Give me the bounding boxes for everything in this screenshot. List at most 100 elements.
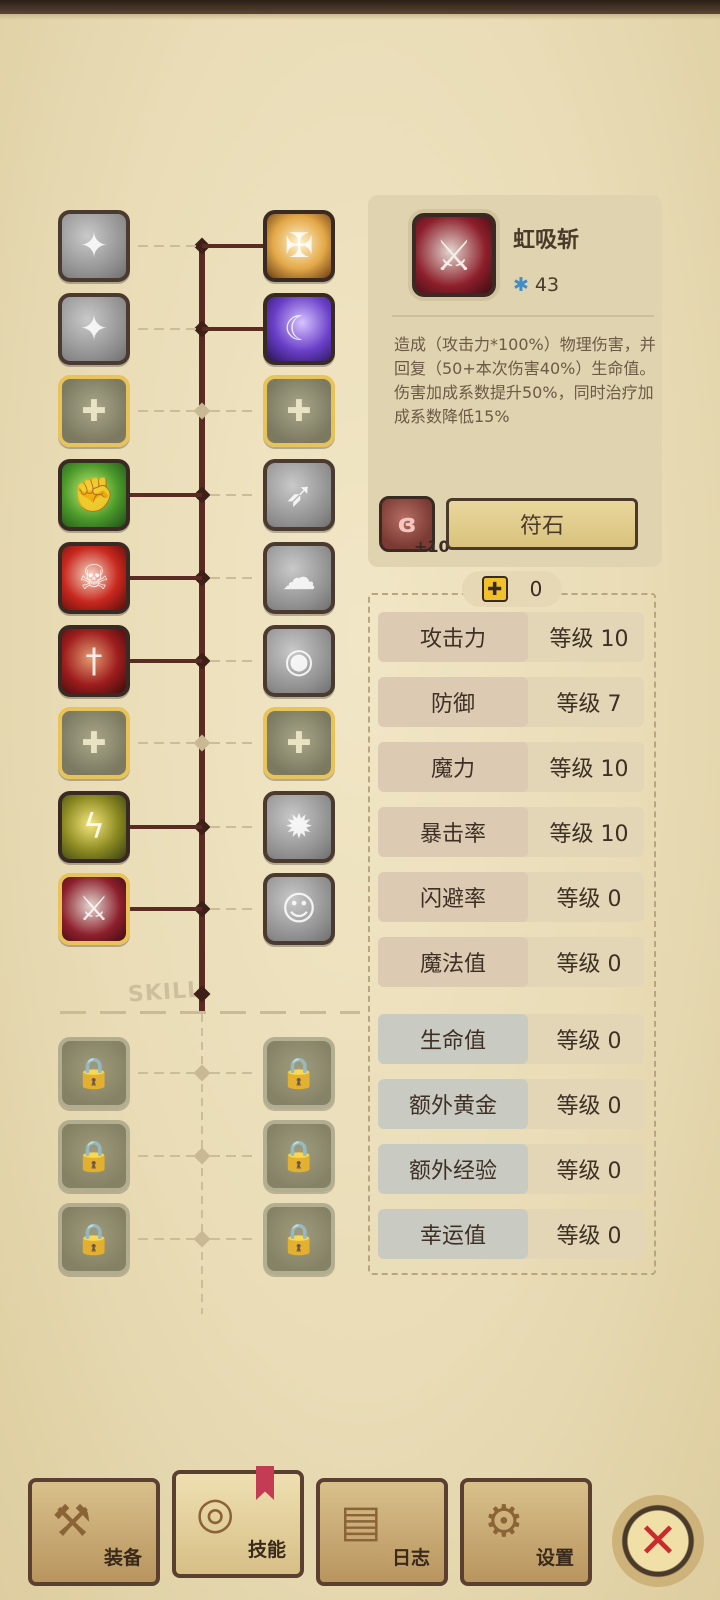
skill-glyph: ✊: [72, 475, 116, 515]
tree-branch: [138, 410, 196, 412]
tree-branch: [210, 577, 257, 579]
vampiric-slash-skill-icon[interactable]: ⚔: [58, 873, 130, 945]
reaper-skill-icon[interactable]: ☠: [58, 542, 130, 614]
skill-watermark: SKILL: [127, 977, 203, 1008]
skill-glyph: ☺: [281, 889, 317, 929]
tree-branch: [210, 826, 257, 828]
stat-label: 生命值: [378, 1014, 528, 1064]
skill-description: 造成（攻击力*100%）物理伤害，并回复（50+本次伤害40%）生命值。 伤害加…: [394, 335, 656, 426]
tab-label: 日志: [391, 1547, 430, 1569]
stat-row[interactable]: 额外经验 等级 0: [378, 1144, 644, 1194]
stat-label: 魔力: [378, 742, 528, 792]
tree-branch: [210, 742, 257, 744]
skill-glyph: ➶: [284, 475, 314, 515]
skill-points-value: 0: [529, 577, 543, 601]
stat-level: 等级 0: [556, 1159, 622, 1184]
empty-slot-icon[interactable]: ✚: [263, 707, 335, 779]
locked-skill-icon[interactable]: 🔒: [263, 1203, 335, 1275]
locked-skill-icon[interactable]: 🔒: [58, 1037, 130, 1109]
tree-branch: [130, 659, 202, 663]
stat-label: 额外经验: [378, 1144, 528, 1194]
stat-level: 等级 0: [556, 1224, 622, 1249]
smoke-skill-icon[interactable]: ☁: [263, 542, 335, 614]
tree-branch: [138, 1072, 196, 1074]
tree-trunk: [199, 246, 205, 1014]
skill-glyph: ☠: [78, 558, 110, 598]
dash-strike-skill-icon[interactable]: ✦: [58, 293, 130, 365]
stat-row[interactable]: 魔法值 等级 0: [378, 937, 644, 987]
lightning-skill-icon[interactable]: ϟ: [58, 791, 130, 863]
stat-label: 防御: [378, 677, 528, 727]
skill-glyph: ✚: [286, 725, 312, 761]
tab-label: 技能: [247, 1539, 286, 1561]
shadow-skill-icon[interactable]: ☾: [263, 293, 335, 365]
skill-glyph: ✹: [284, 807, 314, 847]
holy-shield-skill-icon[interactable]: ✠: [263, 210, 335, 282]
vampiric-slash-icon: ⚔: [412, 213, 496, 297]
tab-label: 装备: [103, 1547, 142, 1569]
top-border: [0, 0, 720, 14]
empty-slot-icon[interactable]: ✚: [263, 375, 335, 447]
skill-name: 虹吸斩: [513, 228, 580, 253]
skill-ring-icon: ◎: [196, 1488, 235, 1539]
plus-icon: ✚: [481, 576, 508, 602]
journal-icon: ▤: [340, 1496, 382, 1547]
skill-glyph: 🔒: [280, 1221, 318, 1257]
tree-node: [193, 1064, 211, 1082]
stat-label: 闪避率: [378, 872, 528, 922]
locked-skill-icon[interactable]: 🔒: [263, 1037, 335, 1109]
stat-row[interactable]: 暴击率 等级 10: [378, 807, 644, 857]
stat-label: 暴击率: [378, 807, 528, 857]
tab-axe[interactable]: ⚒ 装备: [28, 1478, 160, 1586]
skill-glyph: ☁: [282, 558, 316, 598]
empty-slot-icon[interactable]: ✚: [58, 707, 130, 779]
eye-skill-icon[interactable]: ◉: [263, 625, 335, 697]
strength-skill-icon[interactable]: ✊: [58, 459, 130, 531]
tab-gear[interactable]: ⚙ 设置: [460, 1478, 592, 1586]
slash-skill-icon[interactable]: ✦: [58, 210, 130, 282]
dagger-skill-icon[interactable]: †: [58, 625, 130, 697]
rush-skill-icon[interactable]: ➶: [263, 459, 335, 531]
bomb-skill-icon[interactable]: ✹: [263, 791, 335, 863]
tree-branch: [210, 410, 257, 412]
stat-row[interactable]: 额外黄金 等级 0: [378, 1079, 644, 1129]
rune-button[interactable]: 符石: [446, 498, 638, 550]
stat-row[interactable]: 攻击力 等级 10: [378, 612, 644, 662]
skill-glyph: †: [85, 641, 103, 681]
tab-journal[interactable]: ▤ 日志: [316, 1478, 448, 1586]
tree-branch: [130, 576, 202, 580]
skill-glyph: ✚: [286, 393, 312, 429]
stat-level: 等级 0: [556, 952, 622, 977]
tab-skill-ring[interactable]: ◎ 技能: [172, 1470, 304, 1578]
axe-icon: ⚒: [52, 1496, 92, 1547]
selected-skill-glyph: ⚔: [435, 230, 473, 280]
spirit-skill-icon[interactable]: ☺: [263, 873, 335, 945]
stat-row[interactable]: 闪避率 等级 0: [378, 872, 644, 922]
skill-divider: [60, 1011, 360, 1014]
skill-glyph: ☾: [283, 309, 315, 349]
stat-row[interactable]: 防御 等级 7: [378, 677, 644, 727]
stat-row[interactable]: 生命值 等级 0: [378, 1014, 644, 1064]
stat-row[interactable]: 魔力 等级 10: [378, 742, 644, 792]
skill-cost-value: 43: [534, 274, 560, 296]
divider: [392, 315, 654, 317]
tree-branch: [210, 1072, 257, 1074]
skill-glyph: ✠: [284, 226, 314, 266]
skill-glyph: ϟ: [82, 807, 106, 847]
stat-label: 幸运值: [378, 1209, 528, 1259]
skill-glyph: 🔒: [280, 1055, 318, 1091]
tree-branch: [138, 742, 196, 744]
tree-branch: [138, 328, 196, 330]
empty-slot-icon[interactable]: ✚: [58, 375, 130, 447]
close-button[interactable]: ✕: [612, 1495, 704, 1587]
skill-glyph: ◉: [284, 641, 314, 681]
skill-glyph: 🔒: [75, 1138, 113, 1174]
skill-cost: ✱ 43: [513, 274, 559, 296]
locked-skill-icon[interactable]: 🔒: [58, 1120, 130, 1192]
skill-glyph: 🔒: [280, 1138, 318, 1174]
stat-level: 等级 10: [549, 757, 629, 782]
stat-row[interactable]: 幸运值 等级 0: [378, 1209, 644, 1259]
tab-label: 设置: [535, 1547, 574, 1569]
locked-skill-icon[interactable]: 🔒: [58, 1203, 130, 1275]
locked-skill-icon[interactable]: 🔒: [263, 1120, 335, 1192]
